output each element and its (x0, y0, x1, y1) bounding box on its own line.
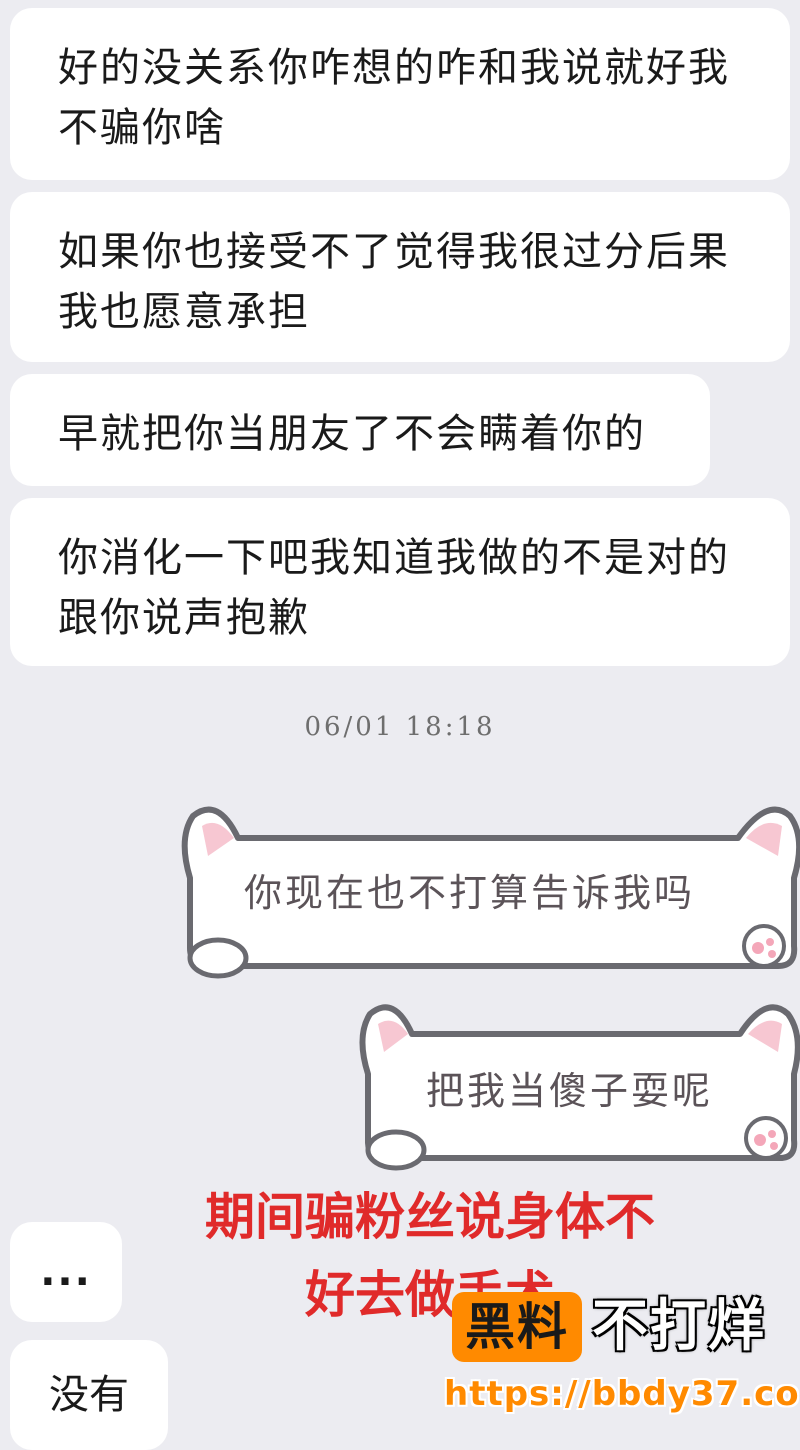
watermark-title: 不打烊 (592, 1294, 766, 1359)
watermark-badge: 黑料 (452, 1292, 582, 1362)
caption-line-1: 期间骗粉丝说身体不 (205, 1188, 655, 1246)
message-bubble-3[interactable]: 早就把你当朋友了不会瞒着你的 (10, 374, 710, 486)
watermark-url: https://bbdy37.com (444, 1374, 800, 1414)
message-text: 没有 (49, 1372, 129, 1418)
message-text: 你消化一下吧我知道我做的不是对的 (58, 535, 730, 581)
message-bubble-2[interactable]: 如果你也接受不了觉得我很过分后果 我也愿意承担 (10, 192, 790, 362)
message-text: 我也愿意承担 (58, 289, 310, 335)
message-text: 跟你说声抱歉 (58, 595, 310, 641)
chat-timestamp: 06/01 18:18 (304, 712, 496, 742)
watermark: 黑料 不打烊 https://bbdy37.com (444, 1292, 800, 1427)
sent-message-bubble-2[interactable]: 把我当傻子耍呢 (356, 996, 800, 1172)
message-text: 好的没关系你咋想的咋和我说就好我 (58, 45, 730, 91)
message-text: 不骗你啥 (58, 105, 226, 151)
sent-message-bubble-1[interactable]: 你现在也不打算告诉我吗 (178, 798, 800, 980)
message-text: 如果你也接受不了觉得我很过分后果 (58, 229, 730, 275)
message-bubble-6[interactable]: 没有 (10, 1340, 168, 1450)
message-text: ... (40, 1249, 92, 1295)
message-text: 早就把你当朋友了不会瞒着你的 (58, 411, 646, 457)
sent-message-text: 你现在也不打算告诉我吗 (244, 871, 696, 915)
message-bubble-1[interactable]: 好的没关系你咋想的咋和我说就好我 不骗你啥 (10, 8, 790, 180)
message-bubble-4[interactable]: 你消化一下吧我知道我做的不是对的 跟你说声抱歉 (10, 498, 790, 666)
message-bubble-5[interactable]: ... (10, 1222, 122, 1322)
sent-message-text: 把我当傻子耍呢 (426, 1069, 714, 1113)
